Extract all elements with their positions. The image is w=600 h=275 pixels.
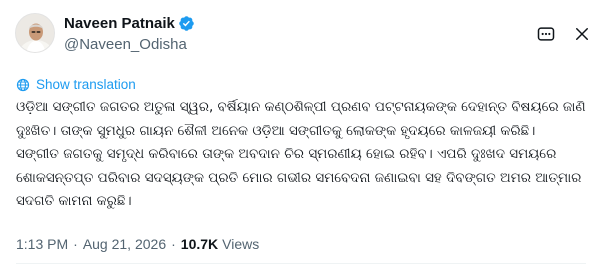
meta-separator: · <box>171 236 176 252</box>
close-icon <box>576 28 588 40</box>
more-button[interactable] <box>534 22 558 46</box>
globe-icon <box>16 78 30 91</box>
post-text-line: ଓଡ଼ିଆ ସଙ୍ଗୀତ ଜଗତର ଅତୁଳା ସ୍ୱର, ବର୍ଷିୟାନ କ… <box>16 99 586 115</box>
author-display-name[interactable]: Naveen Patnaik <box>64 15 175 32</box>
divider <box>16 263 586 264</box>
author-handle[interactable]: @Naveen_Odisha <box>64 36 187 53</box>
show-translation-link[interactable]: Show translation <box>16 77 136 92</box>
more-icon <box>537 27 555 41</box>
post-text-line: ସଙ୍ଗୀତ ଜଗତକୁ ସମୃଦ୍ଧ କରିବାରେ ତାଙ୍କ ଅବଦାନ … <box>16 146 557 162</box>
post-text-line: ସଦଗତି କାମନା କରୁଛି। <box>16 193 132 209</box>
avatar-photo <box>16 14 54 52</box>
close-button[interactable] <box>570 22 594 46</box>
post-time[interactable]: 1:13 PM <box>16 236 68 252</box>
post-date[interactable]: Aug 21, 2026 <box>83 236 166 252</box>
post-text-line: ଶୋକସନ୍ତପ୍ତ ପରିବାର ସଦସ୍ୟଙ୍କ ପ୍ରତି ମୋର ଗଭୀ… <box>16 169 582 186</box>
post-card: Naveen Patnaik @Naveen_Odisha Show trans… <box>0 0 600 275</box>
views-count: 10.7K <box>180 236 219 252</box>
verified-badge-icon[interactable] <box>178 15 195 32</box>
post-text-line: ଦୁଃଖିତ। ତାଙ୍କ ସୁମଧୁର ଗାୟନ ଶୈଳୀ ଅନେକ ଓଡ଼ି… <box>16 122 536 139</box>
meta-separator: · <box>73 236 78 252</box>
show-translation-label: Show translation <box>36 77 136 92</box>
author-avatar[interactable] <box>15 13 55 53</box>
views-label: Views <box>222 236 260 252</box>
post-meta: 1:13 PM · Aug 21, 2026 · 10.7K Views <box>16 236 259 252</box>
post-text: ଓଡ଼ିଆ ସଙ୍ଗୀତ ଜଗତର ଅତୁଳା ସ୍ୱର, ବର୍ଷିୟାନ କ… <box>16 96 586 214</box>
author-name-row: Naveen Patnaik <box>64 13 195 33</box>
